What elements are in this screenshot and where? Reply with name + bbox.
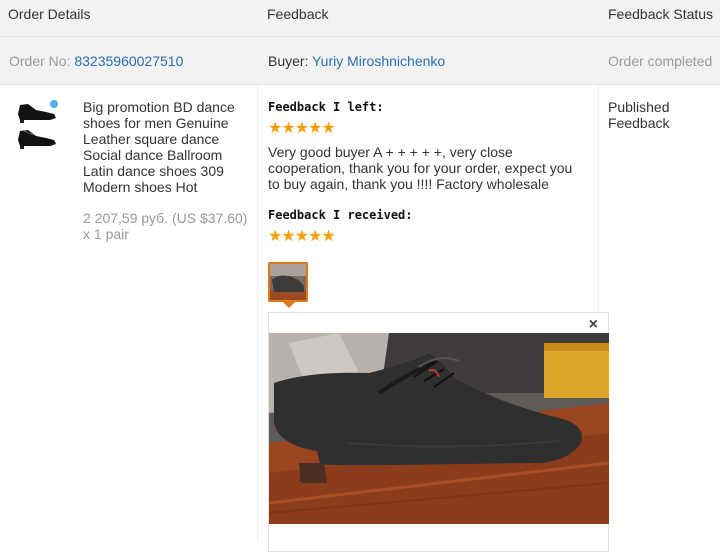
photo-preview-popup: × [268,312,609,552]
buyer-name-link[interactable]: Yuriy Miroshnichenko [312,53,445,69]
order-row-header: Order No: 83235960027510 Buyer: Yuriy Mi… [0,37,720,85]
close-icon[interactable]: × [589,316,598,334]
table-header: Order Details Feedback Feedback Status [0,0,720,37]
badge-icon [50,100,58,108]
thumbnail-caret [283,302,295,308]
header-order-details: Order Details [8,6,91,22]
header-feedback-status: Feedback Status [608,6,714,22]
order-no-label: Order No: [9,53,71,69]
feedback-left-heading: Feedback I left: [268,100,384,114]
order-no-link[interactable]: 83235960027510 [74,53,183,69]
column-divider [257,85,258,542]
feedback-left-text: Very good buyer A + + + + +, very close … [268,144,573,192]
product-title-link[interactable]: Big promotion BD dance shoes for men Gen… [83,99,251,195]
product-price: 2 207,59 руб. (US $37.60) x 1 pair [83,210,248,242]
feedback-received-heading: Feedback I received: [268,208,413,222]
header-feedback: Feedback [267,6,329,22]
order-status: Order completed [608,53,713,69]
feedback-received-stars: ★★★★★ [268,228,336,245]
buyer-label: Buyer: [268,53,309,69]
order-number: Order No: 83235960027510 [9,53,183,69]
enlarged-shoe-photo [269,333,609,524]
shoe-icon [18,104,56,149]
buyer: Buyer: Yuriy Miroshnichenko [268,53,445,69]
product-thumbnail[interactable] [14,96,64,154]
feedback-left-stars: ★★★★★ [268,120,336,137]
shoe-photo-icon [270,264,306,300]
feedback-photo-thumbnail[interactable] [268,262,308,302]
feedback-status-text: Published Feedback [608,99,670,131]
